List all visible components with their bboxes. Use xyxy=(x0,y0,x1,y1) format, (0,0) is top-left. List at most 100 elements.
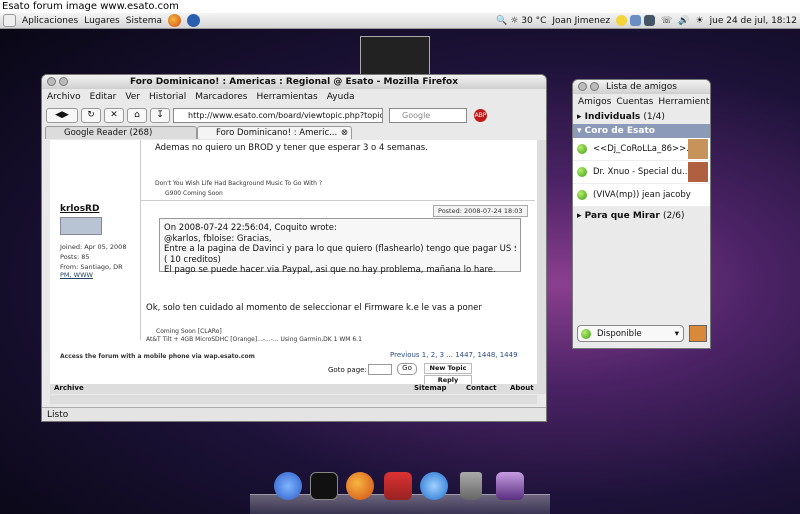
post-signature-2: G900 Coming Soon xyxy=(165,190,223,197)
clock[interactable]: jue 24 de jul, 18:12 xyxy=(710,16,797,26)
firefox-icon[interactable] xyxy=(346,472,374,500)
image-caption: Esato forum image www.esato.com xyxy=(0,0,800,13)
firefox-menubar: Archivo Editar Ver Historial Marcadores … xyxy=(42,89,546,105)
stop-icon[interactable]: ✕ xyxy=(104,107,124,123)
archive-link[interactable]: Archive xyxy=(54,384,84,392)
close-tab-icon[interactable]: ⊗ xyxy=(341,127,348,139)
status-selector[interactable]: Disponible ▾ xyxy=(577,325,684,342)
post-date: Posted: 2008-07-24 18:03 xyxy=(433,205,528,217)
help-icon[interactable] xyxy=(187,14,201,27)
about-link[interactable]: About xyxy=(510,384,534,392)
quote-line: On 2008-07-24 22:56:04, Coquito wrote: xyxy=(164,223,337,233)
menu-sistema[interactable]: Sistema xyxy=(126,16,162,26)
author-from: From: Santiago, DR xyxy=(60,263,123,271)
tab-google-reader[interactable]: Google Reader (268) xyxy=(45,126,197,139)
buddy-item[interactable]: (VIVA(mp)) jean jacoby xyxy=(573,184,710,207)
vertical-scrollbar[interactable] xyxy=(537,140,546,394)
close-icon[interactable] xyxy=(47,77,56,86)
top-panel: Aplicaciones Lugares Sistema 🔍 ☼ 30 °C J… xyxy=(0,13,800,29)
sitemap-link[interactable]: Sitemap xyxy=(414,384,447,392)
tab-label: Foro Dominicano! : Americ... xyxy=(216,128,338,138)
foot-icon[interactable] xyxy=(3,14,16,27)
buddy-item[interactable]: Dr. Xnuo - Special du... xyxy=(573,161,710,184)
search-icon[interactable]: 🔍 xyxy=(496,16,507,26)
group-individuals[interactable]: ▸ Individuals (1/4) xyxy=(573,110,710,124)
menu-ver[interactable]: Ver xyxy=(125,92,140,102)
close-icon[interactable] xyxy=(578,82,587,91)
download-icon[interactable]: ↧ xyxy=(150,107,170,123)
horizontal-scrollbar[interactable] xyxy=(50,395,537,404)
window-title: Foro Dominicano! : Americas : Regional @… xyxy=(129,77,459,87)
adblock-icon[interactable]: ABP xyxy=(474,108,487,122)
network-icon[interactable] xyxy=(644,15,656,26)
contact-link[interactable]: Contact xyxy=(466,384,497,392)
itunes-icon[interactable] xyxy=(420,472,448,500)
available-icon xyxy=(577,167,587,177)
go-button[interactable]: Go xyxy=(397,363,417,375)
search-input[interactable]: Google xyxy=(389,107,467,123)
menu-marcadores[interactable]: Marcadores xyxy=(195,92,247,102)
minimize-icon[interactable] xyxy=(59,77,68,86)
group-coro-de-esato[interactable]: ▾ Coro de Esato xyxy=(573,124,710,138)
post-signature: Don't You Wish Life Had Background Music… xyxy=(155,180,323,187)
firefox-launcher-icon[interactable] xyxy=(168,14,182,27)
menu-herramientas[interactable]: Herramientas xyxy=(256,92,317,102)
group-para-que-mirar[interactable]: ▸ Para que Mirar (2/6) xyxy=(573,209,710,223)
quote-line: ( 10 creditos) xyxy=(164,254,221,265)
back-forward-icon[interactable]: ◀▶ xyxy=(46,107,78,123)
menu-cuentas[interactable]: Cuentas xyxy=(616,97,653,107)
installer-icon[interactable] xyxy=(384,472,412,500)
menu-amigos[interactable]: Amigos xyxy=(578,97,611,107)
buddy-item[interactable]: <<Dj_CoRoLLa_86>>... xyxy=(573,138,710,161)
menu-herramientas-bl[interactable]: Herramientas xyxy=(658,97,710,107)
menu-ayuda[interactable]: Ayuda xyxy=(327,92,355,102)
quote-line: @karlos, fbloise: Gracias, xyxy=(164,233,272,244)
menu-aplicaciones[interactable]: Aplicaciones xyxy=(22,16,78,26)
menu-historial[interactable]: Historial xyxy=(149,92,186,102)
own-avatar[interactable] xyxy=(689,325,707,342)
goto-label: Goto page: xyxy=(328,366,367,374)
group-name: Coro de Esato xyxy=(584,126,655,136)
author-links[interactable]: PM, WWW xyxy=(60,271,138,279)
chat-icon[interactable] xyxy=(630,15,642,26)
group-count: (1/4) xyxy=(643,112,665,122)
available-icon xyxy=(577,190,587,200)
trash-icon[interactable] xyxy=(460,472,482,500)
menu-archivo[interactable]: Archivo xyxy=(47,92,81,102)
phone-icon[interactable]: ☏ xyxy=(661,16,672,26)
volume-icon[interactable]: 🔊 xyxy=(678,16,689,26)
mobile-note: Access the forum with a mobile phone via… xyxy=(60,353,255,360)
author-name[interactable]: krlosRD xyxy=(60,204,138,214)
post-2-author: krlosRD Joined: Apr 05, 2008 Posts: 85 F… xyxy=(60,204,138,279)
url-bar[interactable]: http://www.esato.com/board/viewtopic.php… xyxy=(173,107,383,123)
buddy-avatar xyxy=(688,162,708,182)
status-text: Listo xyxy=(47,410,69,420)
workspace-thumbnail[interactable] xyxy=(360,36,430,76)
menu-lugares[interactable]: Lugares xyxy=(84,16,120,26)
user-name[interactable]: Joan Jimenez xyxy=(552,16,610,26)
avatar xyxy=(60,217,102,235)
firefox-window: Foro Dominicano! : Americas : Regional @… xyxy=(41,74,547,422)
buddy-list-menubar: Amigos Cuentas Herramientas xyxy=(573,94,710,110)
smiley-icon xyxy=(616,15,628,26)
quote-block: On 2008-07-24 22:56:04, Coquito wrote: @… xyxy=(159,218,521,275)
tab-foro-dominicano[interactable]: Foro Dominicano! : Americ... ⊗ xyxy=(197,126,352,139)
minimize-icon[interactable] xyxy=(590,82,599,91)
post-text: Ademas no quiero un BROD y tener que esp… xyxy=(155,143,428,153)
home-icon[interactable]: ⌂ xyxy=(127,107,147,123)
firefox-titlebar[interactable]: Foro Dominicano! : Americas : Regional @… xyxy=(42,75,546,89)
status-bar: Listo xyxy=(42,407,546,421)
buddy-list-window: Lista de amigos Amigos Cuentas Herramien… xyxy=(572,79,711,349)
new-topic-button[interactable]: New Topic xyxy=(424,363,472,374)
wallpaper-icon[interactable] xyxy=(496,472,524,500)
reload-icon[interactable]: ↻ xyxy=(81,107,101,123)
goto-input[interactable] xyxy=(368,364,392,375)
available-icon xyxy=(581,328,591,339)
ichat-icon[interactable] xyxy=(274,472,302,500)
menu-editar[interactable]: Editar xyxy=(90,92,117,102)
terminal-icon[interactable] xyxy=(310,472,338,500)
pagination[interactable]: Previous 1, 2, 3 ... 1447, 1448, 1449 xyxy=(390,351,518,359)
group-count: (2/6) xyxy=(662,211,685,221)
buddy-list-titlebar[interactable]: Lista de amigos xyxy=(573,80,710,94)
quote-line: El pago se puede hacer via Paypal, asi q… xyxy=(164,265,496,275)
